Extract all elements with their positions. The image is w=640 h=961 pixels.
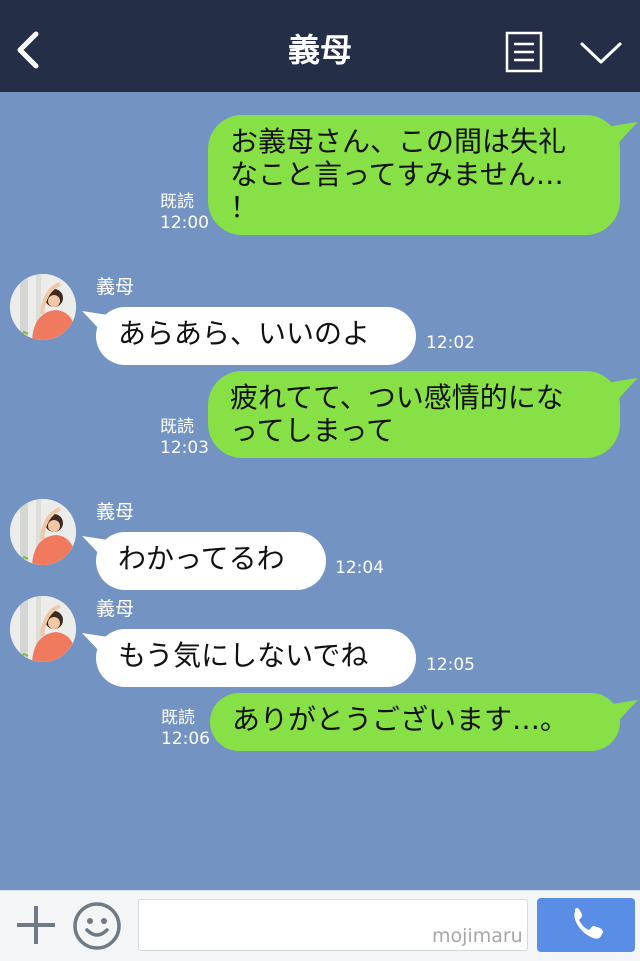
input-bar: mojimaru	[0, 890, 640, 961]
avatar[interactable]	[10, 274, 76, 340]
chat-header: 義母	[0, 0, 640, 92]
chat-area[interactable]: お義母さん、この間は失礼 なこと言ってすみません… ！ 既読 12:00 義母 …	[0, 92, 640, 890]
read-label: 既読	[160, 417, 194, 437]
message-bubble[interactable]: お義母さん、この間は失礼 なこと言ってすみません… ！	[208, 115, 620, 235]
watermark: mojimaru	[432, 925, 523, 947]
message-bubble[interactable]: ありがとうございます…。	[210, 693, 620, 751]
smiley-icon	[73, 902, 121, 950]
bubble-tail	[612, 122, 638, 146]
chat-title: 義母	[287, 31, 352, 69]
avatar-photo-icon	[10, 499, 76, 565]
read-receipt: 既読 12:00	[160, 192, 209, 234]
message-time: 12:03	[160, 438, 209, 458]
sender-name: 義母	[96, 276, 135, 298]
menu-button[interactable]	[504, 30, 544, 74]
avatar[interactable]	[10, 499, 76, 565]
call-button[interactable]	[537, 898, 635, 952]
message-bubble[interactable]: 疲れてて、つい感情的にな ってしまって	[208, 371, 620, 458]
message-time: 12:02	[426, 333, 475, 353]
bubble-tail	[612, 700, 638, 724]
read-label: 既読	[160, 192, 194, 212]
avatar[interactable]	[10, 596, 76, 662]
read-label: 既読	[161, 708, 195, 728]
message-time: 12:06	[161, 729, 210, 749]
plus-icon	[17, 906, 55, 944]
avatar-photo-icon	[10, 274, 76, 340]
phone-icon	[574, 908, 603, 939]
bubble-tail	[82, 536, 108, 560]
avatar-photo-icon	[10, 596, 76, 662]
read-receipt: 既読 12:06	[161, 708, 210, 750]
bubble-tail	[82, 311, 108, 335]
message-time: 12:00	[160, 213, 209, 233]
read-receipt: 既読 12:03	[160, 417, 209, 459]
sender-name: 義母	[96, 598, 135, 620]
message-bubble[interactable]: わかってるわ	[96, 532, 326, 590]
message-time: 12:05	[426, 655, 475, 675]
add-button[interactable]	[14, 903, 58, 947]
chevron-down-icon	[580, 42, 622, 64]
emoji-button[interactable]	[72, 901, 122, 951]
sender-name: 義母	[96, 501, 135, 523]
message-time: 12:04	[335, 558, 384, 578]
message-bubble[interactable]: もう気にしないでね	[96, 629, 416, 687]
collapse-button[interactable]	[578, 36, 624, 68]
bubble-tail	[82, 633, 108, 657]
document-list-icon	[505, 31, 543, 73]
message-bubble[interactable]: あらあら、いいのよ	[96, 307, 416, 365]
bubble-tail	[612, 378, 638, 402]
